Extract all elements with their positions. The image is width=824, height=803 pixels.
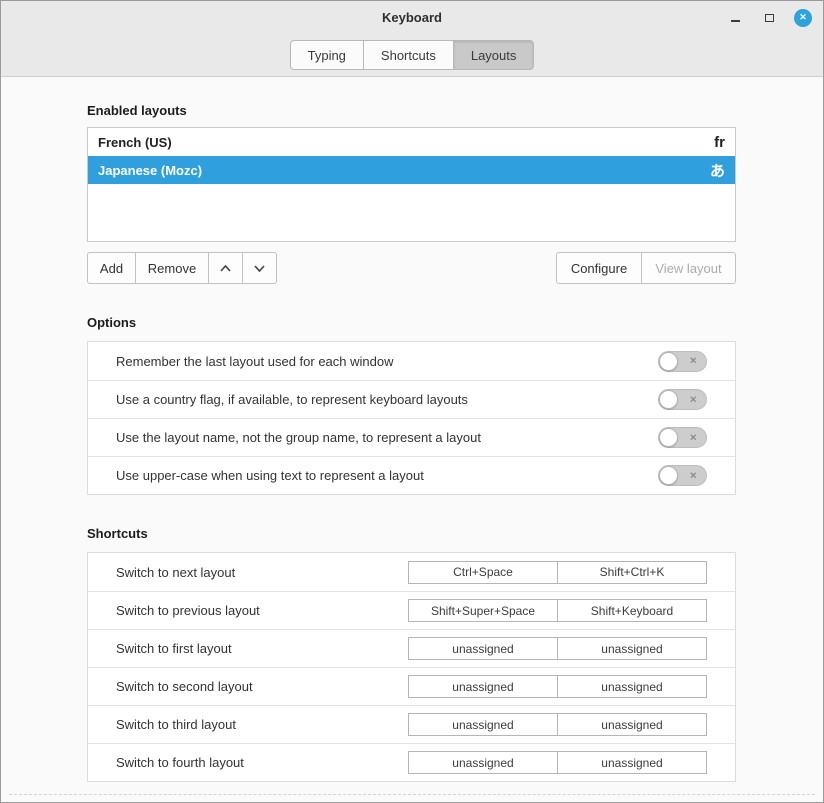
remove-button[interactable]: Remove <box>135 252 209 284</box>
layout-action-button-group: Configure View layout <box>556 252 736 284</box>
layout-indicator-japanese: あ <box>710 160 725 181</box>
keybinding-button[interactable]: unassigned <box>408 637 558 660</box>
layout-indicator-fr: fr <box>714 134 725 151</box>
layouts-toolbar: Add Remove Configure <box>87 252 736 284</box>
option-row-upper-case: Use upper-case when using text to repres… <box>88 456 735 494</box>
option-label: Use the layout name, not the group name,… <box>116 430 481 445</box>
remove-button-label: Remove <box>148 261 196 276</box>
tab-shortcuts-label: Shortcuts <box>381 48 436 63</box>
keybinding-button[interactable]: Ctrl+Space <box>408 561 558 584</box>
shortcuts-heading: Shortcuts <box>87 526 736 541</box>
keybinding-button[interactable]: unassigned <box>557 751 707 774</box>
keybinding-button[interactable]: unassigned <box>557 713 707 736</box>
shortcuts-group: Switch to next layout Ctrl+Space Shift+C… <box>87 552 736 782</box>
chevron-up-icon <box>219 261 232 276</box>
keybinding-button[interactable]: Shift+Keyboard <box>557 599 707 622</box>
keybinding-button[interactable]: unassigned <box>408 751 558 774</box>
option-row-layout-name: Use the layout name, not the group name,… <box>88 418 735 456</box>
layouts-page: Enabled layouts French (US) fr Japanese … <box>1 103 823 782</box>
layout-name: Japanese (Mozc) <box>98 163 202 178</box>
options-heading: Options <box>87 315 736 330</box>
option-row-remember-last-layout: Remember the last layout used for each w… <box>88 342 735 380</box>
tab-typing[interactable]: Typing <box>290 40 364 70</box>
shortcut-label: Switch to third layout <box>116 717 236 732</box>
shortcut-row-next-layout: Switch to next layout Ctrl+Space Shift+C… <box>88 553 735 591</box>
configure-button-label: Configure <box>571 261 627 276</box>
toggle-layout-name[interactable]: ✕ <box>658 427 707 448</box>
keybinding-button[interactable]: unassigned <box>557 637 707 660</box>
keybinding-button[interactable]: Shift+Super+Space <box>408 599 558 622</box>
toggle-off-icon: ✕ <box>689 470 697 481</box>
minimize-button[interactable] <box>726 9 744 27</box>
toggle-off-icon: ✕ <box>689 394 697 405</box>
keyboard-settings-window: Keyboard ✕ Typing Shortcuts Layouts Enab… <box>0 0 824 803</box>
toggle-knob <box>659 390 678 409</box>
keybinding-pair: unassigned unassigned <box>408 637 707 660</box>
keybinding-pair: unassigned unassigned <box>408 675 707 698</box>
layout-row-french[interactable]: French (US) fr <box>88 128 735 156</box>
titlebar: Keyboard ✕ <box>1 1 823 34</box>
toggle-knob <box>659 428 678 447</box>
move-up-button[interactable] <box>208 252 243 284</box>
toggle-off-icon: ✕ <box>689 432 697 443</box>
configure-button[interactable]: Configure <box>556 252 642 284</box>
tab-typing-label: Typing <box>308 48 346 63</box>
keybinding-pair: Ctrl+Space Shift+Ctrl+K <box>408 561 707 584</box>
tab-layouts[interactable]: Layouts <box>453 40 535 70</box>
window-bottom-edge <box>9 794 815 795</box>
enabled-layouts-heading: Enabled layouts <box>87 103 736 118</box>
keybinding-pair: unassigned unassigned <box>408 751 707 774</box>
toggle-upper-case[interactable]: ✕ <box>658 465 707 486</box>
keybinding-button[interactable]: unassigned <box>408 675 558 698</box>
shortcut-row-previous-layout: Switch to previous layout Shift+Super+Sp… <box>88 591 735 629</box>
layout-row-japanese[interactable]: Japanese (Mozc) あ <box>88 156 735 184</box>
shortcut-row-third-layout: Switch to third layout unassigned unassi… <box>88 705 735 743</box>
shortcut-label: Switch to first layout <box>116 641 232 656</box>
options-group: Remember the last layout used for each w… <box>87 341 736 495</box>
chevron-down-icon <box>253 261 266 276</box>
option-row-country-flag: Use a country flag, if available, to rep… <box>88 380 735 418</box>
maximize-button[interactable] <box>760 9 778 27</box>
toggle-off-icon: ✕ <box>689 355 697 366</box>
keybinding-button[interactable]: Shift+Ctrl+K <box>557 561 707 584</box>
tab-layouts-label: Layouts <box>471 48 517 63</box>
add-button-label: Add <box>100 261 123 276</box>
keybinding-button[interactable]: unassigned <box>557 675 707 698</box>
shortcut-label: Switch to second layout <box>116 679 253 694</box>
toggle-knob <box>659 352 678 371</box>
tab-strip: Typing Shortcuts Layouts <box>1 34 823 77</box>
minimize-icon <box>731 20 740 22</box>
window-controls: ✕ <box>726 9 823 27</box>
tab-shortcuts[interactable]: Shortcuts <box>363 40 454 70</box>
view-layout-button-label: View layout <box>655 261 721 276</box>
shortcut-label: Switch to previous layout <box>116 603 260 618</box>
keybinding-pair: unassigned unassigned <box>408 713 707 736</box>
option-label: Use a country flag, if available, to rep… <box>116 392 468 407</box>
layout-name: French (US) <box>98 135 172 150</box>
layout-edit-button-group: Add Remove <box>87 252 277 284</box>
toggle-country-flag[interactable]: ✕ <box>658 389 707 410</box>
toggle-knob <box>659 466 678 485</box>
keybinding-button[interactable]: unassigned <box>408 713 558 736</box>
shortcut-label: Switch to fourth layout <box>116 755 244 770</box>
option-label: Use upper-case when using text to repres… <box>116 468 424 483</box>
shortcut-label: Switch to next layout <box>116 565 235 580</box>
layouts-listbox: French (US) fr Japanese (Mozc) あ <box>87 127 736 242</box>
close-icon: ✕ <box>799 12 807 23</box>
shortcut-row-first-layout: Switch to first layout unassigned unassi… <box>88 629 735 667</box>
shortcut-row-fourth-layout: Switch to fourth layout unassigned unass… <box>88 743 735 781</box>
window-title: Keyboard <box>1 10 823 25</box>
shortcut-row-second-layout: Switch to second layout unassigned unass… <box>88 667 735 705</box>
keybinding-pair: Shift+Super+Space Shift+Keyboard <box>408 599 707 622</box>
move-down-button[interactable] <box>242 252 277 284</box>
close-button[interactable]: ✕ <box>794 9 812 27</box>
add-button[interactable]: Add <box>87 252 136 284</box>
maximize-icon <box>765 14 774 22</box>
view-layout-button[interactable]: View layout <box>641 252 736 284</box>
option-label: Remember the last layout used for each w… <box>116 354 393 369</box>
toggle-remember-last-layout[interactable]: ✕ <box>658 351 707 372</box>
